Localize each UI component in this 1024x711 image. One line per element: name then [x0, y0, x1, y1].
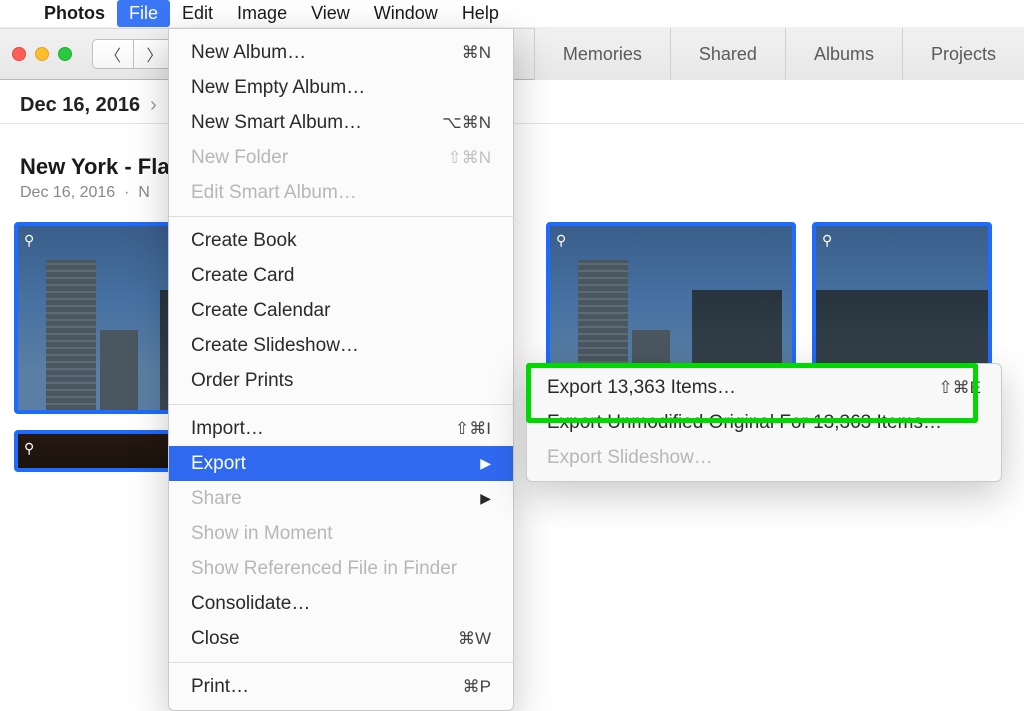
- zoom-window-button[interactable]: [58, 47, 72, 61]
- close-window-button[interactable]: [12, 47, 26, 61]
- toolbar-tabs: Memories Shared Albums Projects: [534, 29, 1024, 79]
- chevron-right-icon: 〉: [146, 42, 162, 66]
- menuitem-export-unmodified[interactable]: Export Unmodified Original For 13,363 It…: [527, 405, 1001, 440]
- menuitem-export[interactable]: Export▶: [169, 446, 513, 481]
- location-pin-icon: ⚲: [24, 232, 40, 248]
- menuitem-edit-smart-album: Edit Smart Album…: [169, 175, 513, 210]
- submenu-arrow-icon: ▶: [480, 450, 491, 477]
- menuitem-new-empty-album[interactable]: New Empty Album…: [169, 70, 513, 105]
- menuitem-create-slideshow[interactable]: Create Slideshow…: [169, 328, 513, 363]
- menubar: Photos File Edit Image View Window Help: [0, 0, 1024, 28]
- location-pin-icon: ⚲: [24, 440, 40, 456]
- crumb-date: Dec 16, 2016: [20, 94, 140, 117]
- window-controls: [12, 47, 72, 61]
- menuitem-new-folder: New Folder⇧⌘N: [169, 140, 513, 175]
- menubar-edit[interactable]: Edit: [170, 0, 225, 27]
- menuitem-import[interactable]: Import…⇧⌘I: [169, 411, 513, 446]
- back-button[interactable]: 〈: [92, 39, 134, 69]
- menuitem-create-book[interactable]: Create Book: [169, 223, 513, 258]
- file-menu: New Album…⌘N New Empty Album… New Smart …: [168, 28, 514, 711]
- tab-memories[interactable]: Memories: [534, 28, 670, 80]
- menuitem-print[interactable]: Print…⌘P: [169, 669, 513, 704]
- menubar-help[interactable]: Help: [450, 0, 511, 27]
- menubar-view[interactable]: View: [299, 0, 362, 27]
- menuitem-show-in-moment: Show in Moment: [169, 516, 513, 551]
- chevron-left-icon: 〈: [105, 42, 121, 66]
- location-pin-icon: ⚲: [822, 232, 838, 248]
- menubar-appname[interactable]: Photos: [32, 0, 117, 27]
- tab-albums[interactable]: Albums: [785, 28, 902, 80]
- menuitem-order-prints[interactable]: Order Prints: [169, 363, 513, 398]
- menuitem-create-calendar[interactable]: Create Calendar: [169, 293, 513, 328]
- menubar-image[interactable]: Image: [225, 0, 299, 27]
- tab-projects[interactable]: Projects: [902, 28, 1024, 80]
- menuitem-consolidate[interactable]: Consolidate…: [169, 586, 513, 621]
- nav-buttons: 〈 〉: [92, 39, 176, 69]
- menuitem-export-items[interactable]: Export 13,363 Items…⇧⌘E: [527, 370, 1001, 405]
- location-pin-icon: ⚲: [556, 232, 572, 248]
- chevron-right-icon: ›: [150, 94, 157, 117]
- menubar-window[interactable]: Window: [362, 0, 450, 27]
- minimize-window-button[interactable]: [35, 47, 49, 61]
- menubar-file[interactable]: File: [117, 0, 170, 27]
- menuitem-share: Share▶: [169, 481, 513, 516]
- export-submenu: Export 13,363 Items…⇧⌘E Export Unmodifie…: [526, 363, 1002, 482]
- menuitem-new-album[interactable]: New Album…⌘N: [169, 35, 513, 70]
- menuitem-new-smart-album[interactable]: New Smart Album…⌥⌘N: [169, 105, 513, 140]
- menuitem-close[interactable]: Close⌘W: [169, 621, 513, 656]
- menuitem-export-slideshow: Export Slideshow…: [527, 440, 1001, 475]
- tab-shared[interactable]: Shared: [670, 28, 785, 80]
- submenu-arrow-icon: ▶: [480, 485, 491, 512]
- menuitem-create-card[interactable]: Create Card: [169, 258, 513, 293]
- menuitem-show-referenced-file: Show Referenced File in Finder: [169, 551, 513, 586]
